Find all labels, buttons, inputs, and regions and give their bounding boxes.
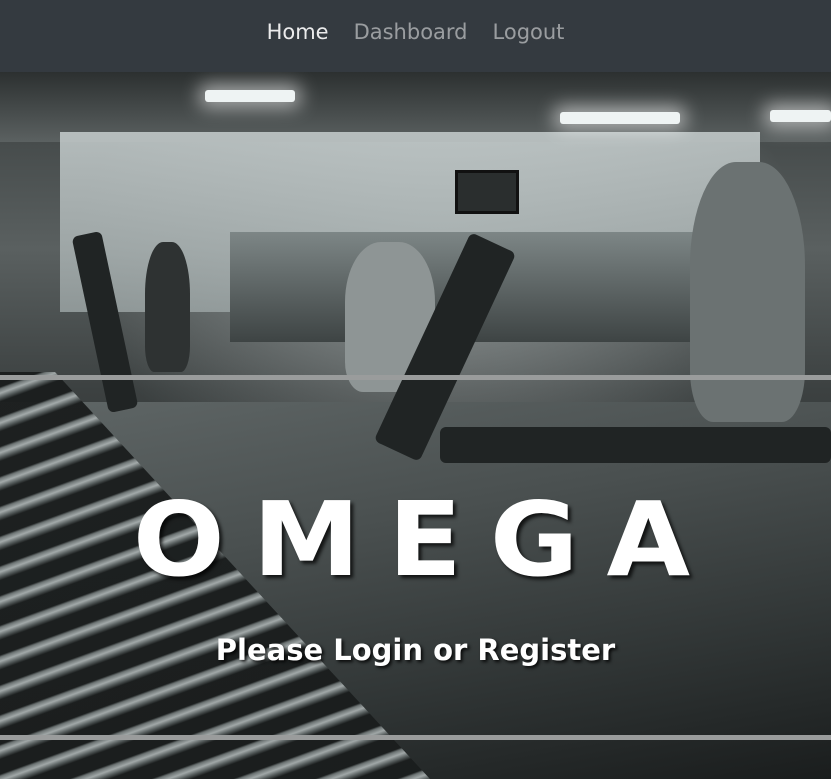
nav-links: Home Dashboard Logout <box>267 20 565 44</box>
ceiling-light <box>205 90 295 102</box>
nav-link-logout[interactable]: Logout <box>493 20 565 44</box>
nav-link-home[interactable]: Home <box>267 20 329 44</box>
hero-subtitle: Please Login or Register <box>215 633 616 667</box>
wall-tv <box>455 170 519 214</box>
person <box>690 162 805 422</box>
hero-section: OMEGA Please Login or Register <box>0 72 831 779</box>
ceiling-light <box>770 110 831 122</box>
top-navbar: Home Dashboard Logout <box>0 0 831 72</box>
divider <box>0 735 831 740</box>
bench <box>440 427 831 463</box>
nav-link-dashboard[interactable]: Dashboard <box>354 20 468 44</box>
ceiling-light <box>560 112 680 124</box>
hero-title: OMEGA <box>132 481 719 600</box>
divider <box>0 375 831 380</box>
person <box>145 242 190 372</box>
